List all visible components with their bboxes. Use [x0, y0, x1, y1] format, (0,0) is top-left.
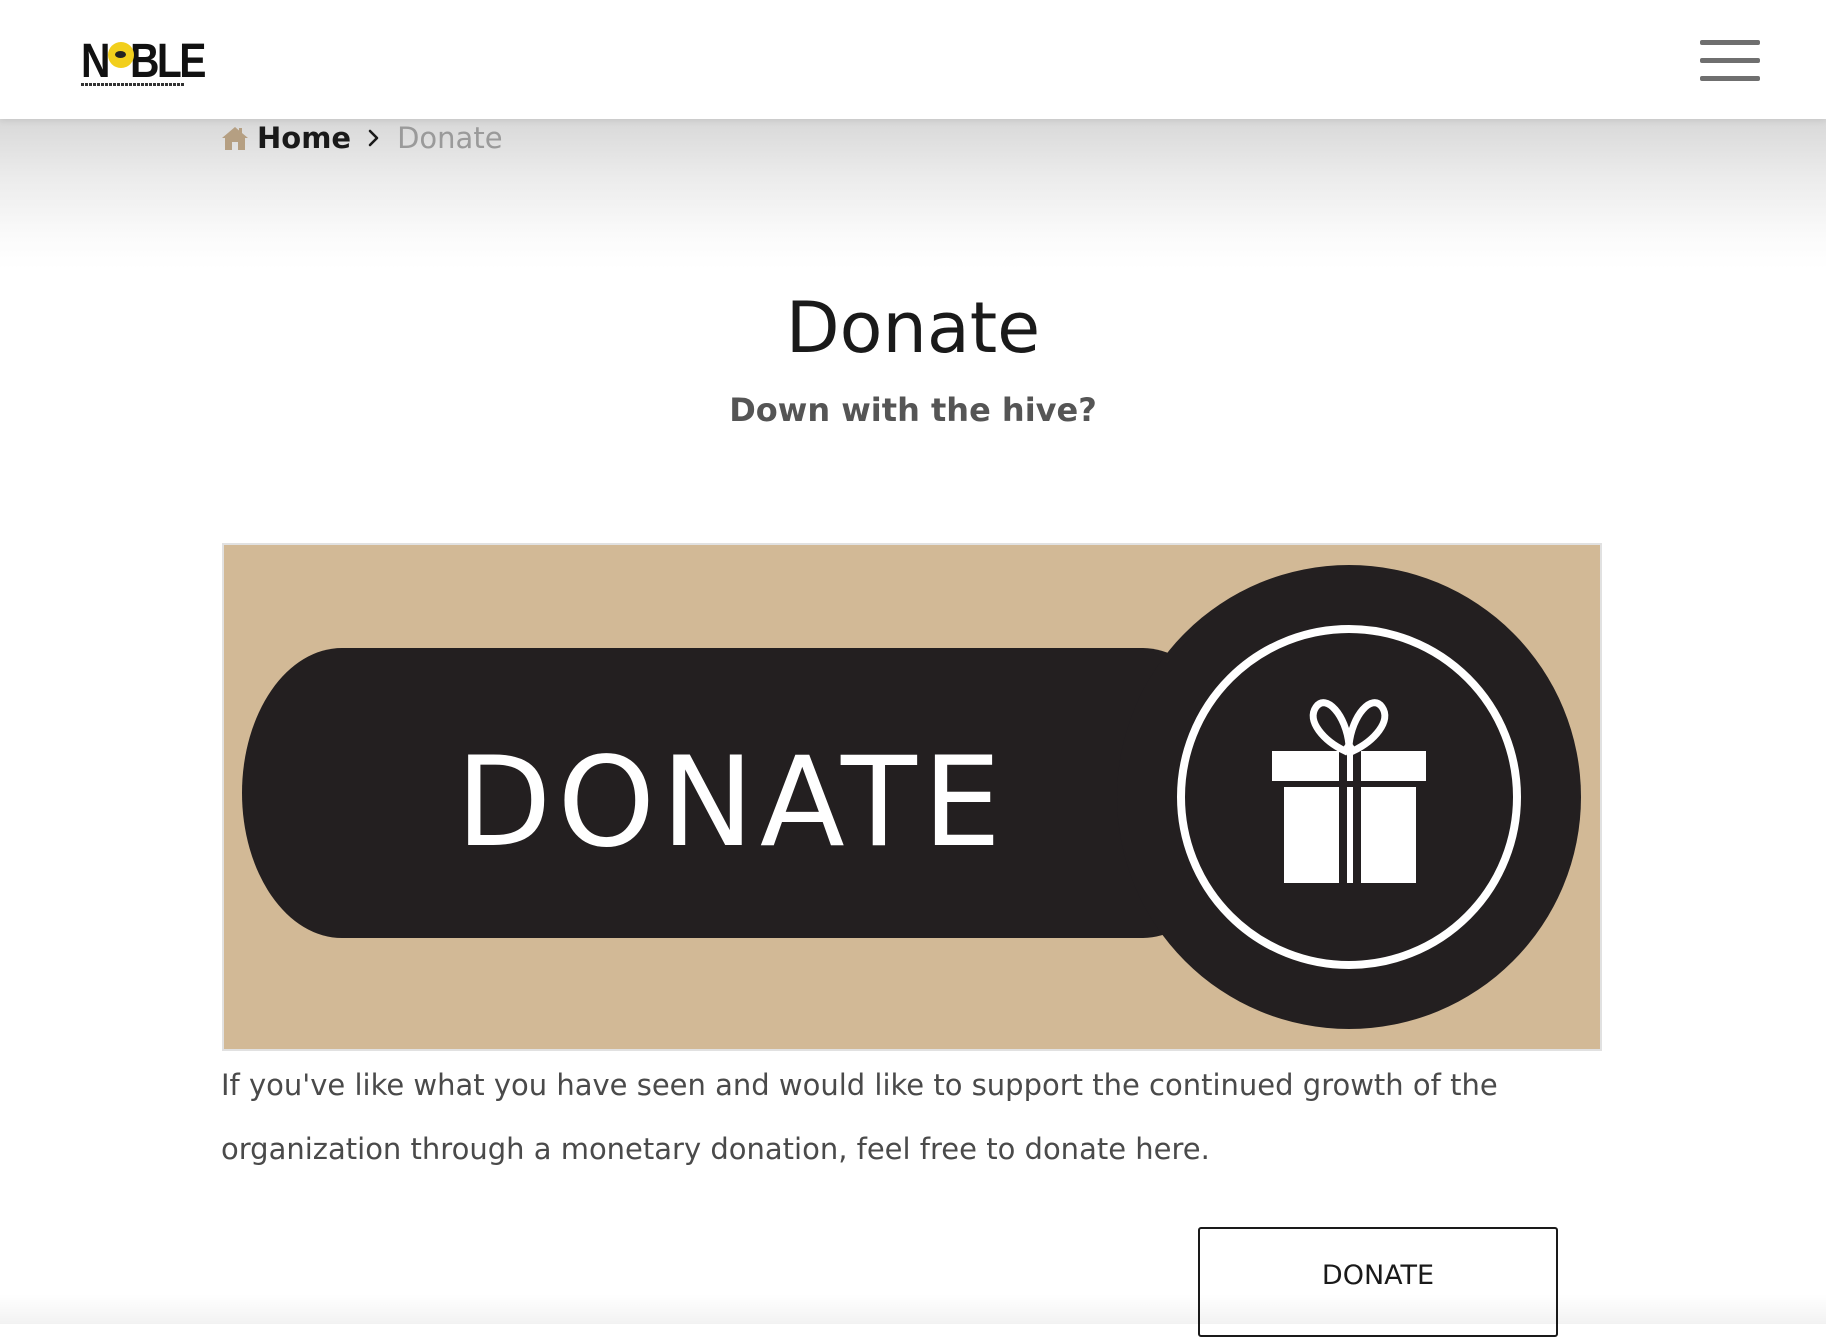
donation-description: If you've like what you have seen and wo… [221, 1068, 1498, 1166]
donate-banner-image: DONATE [222, 543, 1602, 1051]
chevron-right-icon [368, 129, 379, 147]
donate-banner-graphic: DONATE [224, 545, 1600, 1049]
hamburger-line [1700, 40, 1760, 45]
bee-icon [108, 42, 134, 68]
home-icon [222, 127, 248, 150]
page-subtitle: Down with the hive? [729, 391, 1097, 429]
logo-wordmark: N BLE [81, 35, 207, 88]
site-logo[interactable]: N BLE [81, 38, 207, 88]
logo-tagline [81, 83, 185, 86]
hamburger-menu-icon[interactable] [1700, 40, 1760, 82]
hamburger-line [1700, 76, 1760, 81]
banner-donate-text: DONATE [456, 731, 1007, 875]
top-navbar: N BLE [0, 0, 1826, 119]
hamburger-line [1700, 58, 1760, 63]
breadcrumb-current: Donate [397, 121, 503, 155]
breadcrumb-home-link[interactable]: Home [257, 121, 351, 155]
page-bottom-shade [0, 1294, 1826, 1324]
breadcrumb: Home Donate [221, 116, 503, 160]
page-title: Donate [785, 287, 1041, 369]
